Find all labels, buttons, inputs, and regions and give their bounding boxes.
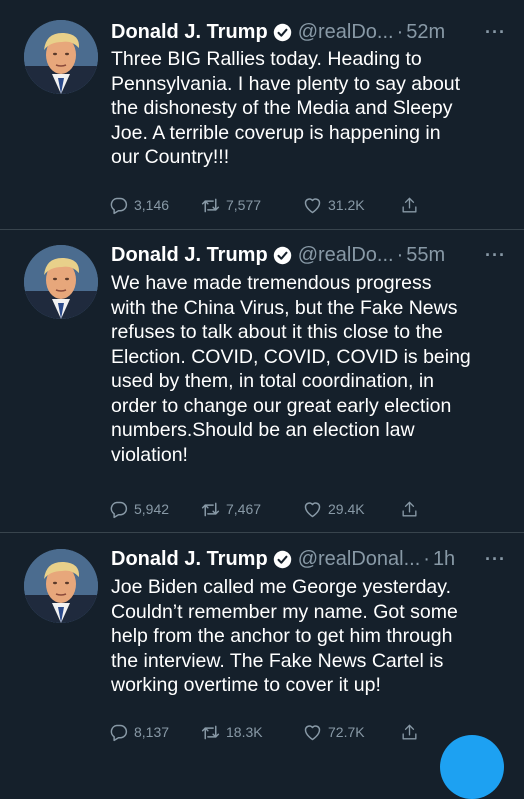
share-button[interactable] — [400, 193, 424, 217]
tweet-header: Donald J. Trump @realDo... · 55m ··· — [111, 242, 506, 268]
like-button[interactable]: 31.2K — [302, 193, 400, 217]
tweet-header: Donald J. Trump @realDo... · 52m ··· — [111, 19, 506, 45]
like-button[interactable]: 29.4K — [302, 497, 400, 521]
heart-icon — [304, 501, 321, 517]
retweet-count: 7,467 — [226, 501, 262, 517]
separator-dot: · — [423, 547, 430, 570]
tweet-text: We have made tremendous progress with th… — [111, 272, 471, 466]
author-handle[interactable]: @realDonal... — [298, 548, 421, 571]
reply-count: 3,146 — [134, 197, 170, 213]
retweet-button[interactable]: 7,577 — [200, 193, 302, 217]
reply-button[interactable]: 5,942 — [108, 497, 200, 521]
like-count: 31.2K — [328, 197, 365, 213]
separator-dot: · — [396, 243, 404, 266]
tweet-actions: 3,146 7,577 31.2K — [108, 193, 448, 217]
tweet-actions: 8,137 18.3K 72.7K — [108, 720, 448, 744]
verified-badge-icon — [273, 550, 291, 568]
share-button[interactable] — [400, 720, 424, 744]
verified-badge-icon — [273, 246, 291, 264]
tweet[interactable]: Donald J. Trump @realDo... · 52m ··· Thr… — [0, 0, 524, 230]
timestamp[interactable]: 1h — [433, 548, 455, 571]
reply-button[interactable]: 3,146 — [108, 193, 200, 217]
retweet-icon — [201, 725, 220, 739]
heart-icon — [304, 197, 321, 213]
like-count: 72.7K — [328, 724, 365, 740]
more-options-icon[interactable]: ··· — [479, 245, 506, 266]
author-handle[interactable]: @realDo... — [298, 21, 394, 44]
reply-icon — [110, 197, 128, 214]
tweet[interactable]: Donald J. Trump @realDonal... · 1h ··· J… — [0, 533, 524, 750]
verified-badge-icon — [273, 23, 291, 41]
tweet-actions: 5,942 7,467 29.4K — [108, 497, 448, 521]
separator-dot: · — [396, 20, 404, 43]
reply-count: 8,137 — [134, 724, 170, 740]
author-name[interactable]: Donald J. Trump — [111, 21, 268, 44]
tweet[interactable]: Donald J. Trump @realDo... · 55m ··· We … — [0, 230, 524, 533]
avatar-image — [24, 549, 98, 623]
avatar[interactable] — [24, 549, 98, 623]
more-options-icon[interactable]: ··· — [479, 22, 506, 43]
timestamp[interactable]: 55m — [406, 244, 445, 267]
heart-icon — [304, 724, 321, 740]
retweet-button[interactable]: 7,467 — [200, 497, 302, 521]
reply-icon — [110, 501, 128, 518]
timestamp[interactable]: 52m — [406, 21, 445, 44]
compose-tweet-button[interactable] — [440, 735, 504, 799]
reply-count: 5,942 — [134, 501, 170, 517]
share-button[interactable] — [400, 497, 424, 521]
avatar-image — [24, 20, 98, 94]
retweet-count: 18.3K — [226, 724, 263, 740]
author-handle[interactable]: @realDo... — [298, 244, 394, 267]
retweet-button[interactable]: 18.3K — [200, 720, 302, 744]
avatar[interactable] — [24, 20, 98, 94]
reply-icon — [110, 724, 128, 741]
like-button[interactable]: 72.7K — [302, 720, 400, 744]
more-options-icon[interactable]: ··· — [479, 549, 506, 570]
avatar-image — [24, 245, 98, 319]
share-icon — [402, 724, 417, 740]
avatar[interactable] — [24, 245, 98, 319]
retweet-icon — [201, 502, 220, 516]
like-count: 29.4K — [328, 501, 365, 517]
tweet-text: Joe Biden called me George yesterday. Co… — [111, 576, 458, 696]
tweet-header: Donald J. Trump @realDonal... · 1h ··· — [111, 546, 506, 572]
retweet-icon — [201, 198, 220, 212]
tweet-text: Three BIG Rallies today. Heading to Penn… — [111, 48, 461, 168]
retweet-count: 7,577 — [226, 197, 262, 213]
reply-button[interactable]: 8,137 — [108, 720, 200, 744]
share-icon — [402, 501, 417, 517]
author-name[interactable]: Donald J. Trump — [111, 244, 268, 267]
share-icon — [402, 197, 417, 213]
author-name[interactable]: Donald J. Trump — [111, 548, 268, 571]
